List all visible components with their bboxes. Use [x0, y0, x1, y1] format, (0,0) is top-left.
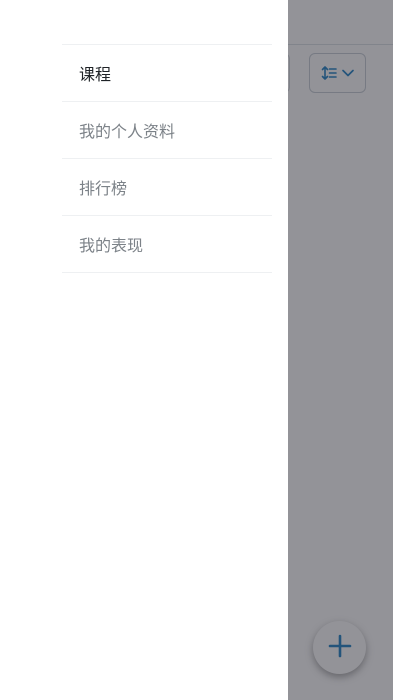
drawer-item-label: 我的个人资料 — [79, 122, 176, 141]
drawer-item-label: 我的表现 — [79, 236, 144, 255]
drawer-item-my-performance[interactable]: 我的表现 — [62, 216, 272, 272]
divider — [62, 272, 272, 273]
drawer-item-courses[interactable]: 课程 — [62, 45, 272, 101]
drawer-item-label: 课程 — [79, 65, 112, 84]
drawer-item-my-profile[interactable]: 我的个人资料 — [62, 102, 272, 158]
navigation-drawer: 课程 我的个人资料 排行榜 我的表现 — [0, 0, 288, 700]
drawer-item-leaderboard[interactable]: 排行榜 — [62, 159, 272, 215]
drawer-menu: 课程 我的个人资料 排行榜 我的表现 — [62, 44, 272, 273]
drawer-item-label: 排行榜 — [79, 179, 128, 198]
